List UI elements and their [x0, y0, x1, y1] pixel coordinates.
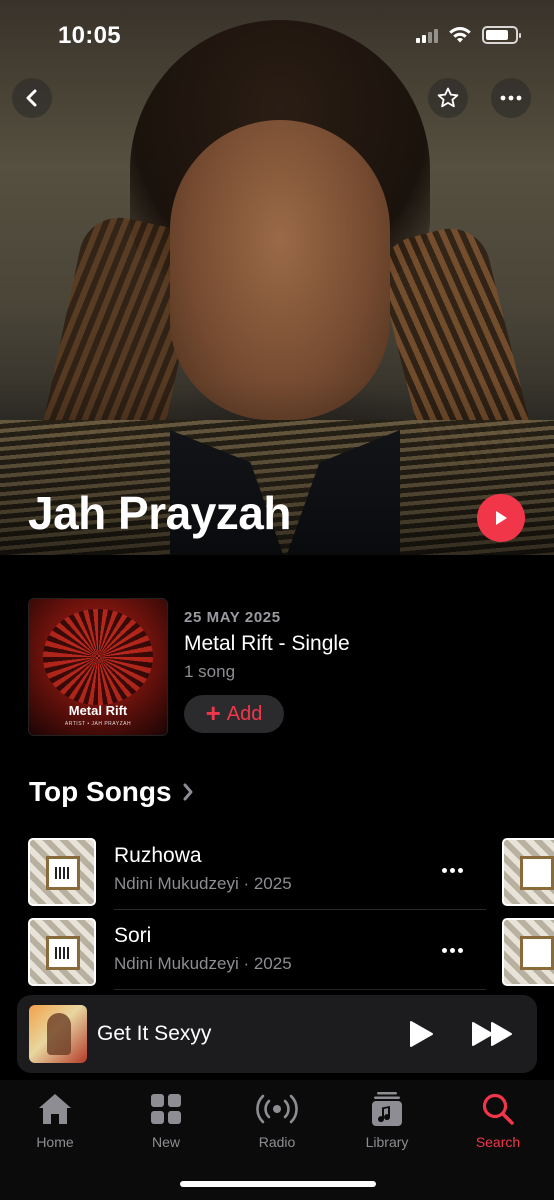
more-options-button[interactable]	[491, 78, 531, 118]
home-indicator	[180, 1181, 376, 1187]
release-artwork-subtitle: ARTIST • JAH PRAYZAH	[64, 721, 132, 727]
wifi-icon	[449, 27, 471, 43]
song-artwork	[28, 838, 96, 906]
release-artwork[interactable]: Metal Rift ARTIST • JAH PRAYZAH	[28, 598, 168, 736]
plus-icon: +	[205, 698, 221, 728]
library-icon	[372, 1092, 402, 1126]
play-artist-button[interactable]	[477, 494, 525, 542]
tab-search[interactable]: Search	[453, 1090, 543, 1150]
battery-icon	[482, 26, 521, 44]
song-more-button[interactable]	[436, 854, 468, 886]
song-meta: Ndini Mukudzeyi · 2025	[114, 954, 292, 973]
play-icon	[496, 511, 507, 525]
tab-label: New	[151, 1134, 180, 1150]
release-artwork-illustration	[43, 609, 153, 705]
now-playing-artwork	[29, 1005, 87, 1063]
song-meta: Ndini Mukudzeyi · 2025	[114, 874, 292, 893]
radio-icon	[256, 1094, 298, 1124]
tab-label: Home	[36, 1134, 74, 1150]
divider	[114, 989, 486, 990]
next-column-song-artwork[interactable]	[502, 918, 554, 986]
divider	[114, 909, 486, 910]
song-title: Ruzhowa	[114, 844, 202, 867]
release-title[interactable]: Metal Rift - Single	[184, 632, 350, 656]
tab-library[interactable]: Library	[342, 1090, 432, 1150]
artist-hero-image	[0, 0, 554, 555]
ellipsis-icon	[500, 95, 522, 101]
add-label: Add	[226, 702, 263, 725]
house-icon	[39, 1094, 71, 1124]
grid-icon	[151, 1094, 181, 1124]
release-artwork-title: Metal Rift	[68, 703, 128, 718]
add-release-button[interactable]: + Add	[184, 695, 284, 733]
song-title: Sori	[114, 924, 152, 947]
tab-label: Search	[475, 1134, 521, 1150]
top-songs-heading: Top Songs	[29, 776, 172, 807]
release-date: 25 MAY 2025	[184, 609, 281, 626]
search-icon	[482, 1093, 514, 1125]
now-playing-title: Get It Sexyy	[97, 1022, 212, 1045]
tab-radio[interactable]: Radio	[232, 1090, 322, 1150]
star-icon	[437, 87, 459, 108]
tab-label: Radio	[258, 1134, 296, 1150]
back-button[interactable]	[12, 78, 52, 118]
favorite-button[interactable]	[428, 78, 468, 118]
tab-home[interactable]: Home	[10, 1090, 100, 1150]
tab-new[interactable]: New	[121, 1090, 211, 1150]
status-icons	[416, 26, 521, 44]
tab-label: Library	[365, 1134, 409, 1150]
ellipsis-icon	[441, 947, 447, 953]
song-more-button[interactable]	[436, 934, 468, 966]
next-column-song-artwork[interactable]	[502, 838, 554, 906]
chevron-right-icon	[183, 783, 193, 801]
next-track-button[interactable]	[471, 1019, 515, 1049]
chevron-left-icon	[26, 89, 37, 107]
hero-face	[170, 120, 390, 420]
play-button[interactable]	[405, 1019, 435, 1049]
cellular-signal-icon	[416, 27, 438, 43]
release-song-count: 1 song	[184, 662, 236, 681]
mini-player[interactable]: Get It Sexyy	[17, 995, 537, 1073]
artist-name: Jah Prayzah	[28, 487, 291, 539]
song-row[interactable]: Sori Ndini Mukudzeyi · 2025	[0, 912, 554, 990]
song-artwork	[28, 918, 96, 986]
song-row[interactable]: Ruzhowa Ndini Mukudzeyi · 2025	[0, 832, 554, 910]
ellipsis-icon	[441, 867, 447, 873]
top-songs-header[interactable]: Top Songs	[29, 776, 194, 808]
status-time: 10:05	[58, 22, 121, 49]
